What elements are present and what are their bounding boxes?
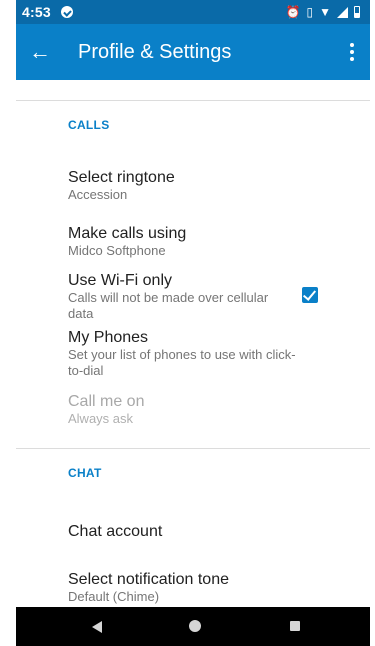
pref-title: Use Wi-Fi only <box>68 272 173 289</box>
pref-title: Chat account <box>68 523 163 540</box>
pref-title: Select ringtone <box>68 169 175 186</box>
settings-list[interactable]: CALLS Select ringtone Accession Make cal… <box>16 80 370 607</box>
pref-notification-tone[interactable]: Select notification tone Default (Chime) <box>68 570 348 605</box>
nav-recents-icon[interactable] <box>290 621 300 631</box>
pref-call-me-on: Call me on Always ask <box>68 392 348 427</box>
more-vert-icon <box>350 50 354 54</box>
pref-summary: Calls will not be made over cellular dat… <box>68 290 269 321</box>
status-bar: 4:53 ⏰ ▯ ▼ <box>16 0 370 24</box>
pref-make-calls-using[interactable]: Make calls using Midco Softphone <box>68 224 348 259</box>
pref-title: Make calls using <box>68 225 187 242</box>
pref-summary: Accession <box>68 187 128 202</box>
page-title: Profile & Settings <box>78 40 232 63</box>
nav-home-icon[interactable] <box>189 620 201 632</box>
nav-back-icon[interactable] <box>92 621 102 633</box>
app-screen: 4:53 ⏰ ▯ ▼ ← Profile & Settings CALLS Se… <box>0 0 375 646</box>
pref-my-phones[interactable]: My Phones Set your list of phones to use… <box>68 328 298 379</box>
pref-select-ringtone[interactable]: Select ringtone Accession <box>68 168 348 203</box>
app-notification-icon <box>60 6 73 18</box>
status-time: 4:53 <box>22 4 51 20</box>
pref-summary: Set your list of phones to use with clic… <box>68 347 296 378</box>
signal-icon <box>337 6 348 18</box>
overflow-menu-button[interactable] <box>334 24 370 80</box>
status-icons: ⏰ ▯ ▼ <box>286 6 360 18</box>
pref-use-wifi-only[interactable]: Use Wi-Fi only Calls will not be made ov… <box>68 271 294 322</box>
section-header-calls: CALLS <box>68 118 110 132</box>
pref-title: Call me on <box>68 393 145 410</box>
pref-summary: Always ask <box>68 411 134 426</box>
pref-title: My Phones <box>68 329 149 346</box>
arrow-left-icon: ← <box>29 39 51 64</box>
pref-summary: Midco Softphone <box>68 243 166 258</box>
pref-summary: Default (Chime) <box>68 589 160 604</box>
pref-title: Select notification tone <box>68 571 229 588</box>
system-nav-bar <box>16 607 370 646</box>
vibrate-icon: ▯ <box>306 5 314 19</box>
divider <box>16 100 370 101</box>
wifi-icon: ▼ <box>319 5 331 19</box>
alarm-icon: ⏰ <box>285 5 301 19</box>
app-bar: ← Profile & Settings <box>16 24 370 80</box>
wifi-only-checkbox[interactable] <box>302 287 318 303</box>
battery-icon <box>354 6 360 18</box>
pref-chat-account[interactable]: Chat account <box>68 522 348 541</box>
back-button[interactable]: ← <box>16 24 64 80</box>
divider <box>16 448 370 449</box>
section-header-chat: CHAT <box>68 466 102 480</box>
